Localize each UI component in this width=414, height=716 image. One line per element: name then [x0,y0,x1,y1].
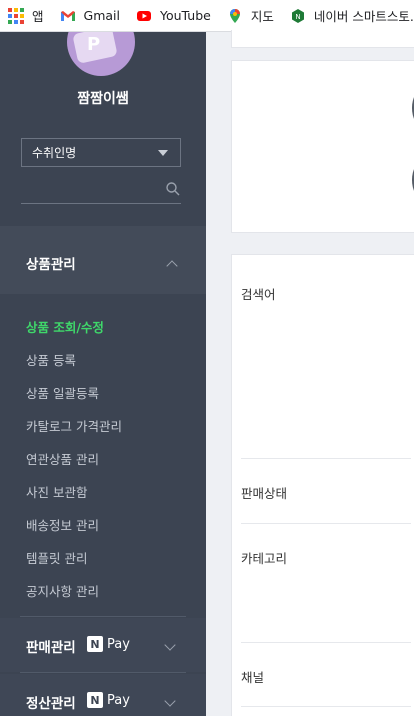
section-title: 판매관리 [26,640,76,656]
submenu-item-related-products[interactable]: 연관상품 관리 [26,449,99,468]
apps-grid-icon [8,7,24,24]
submenu-item-notices[interactable]: 공지사항 관리 [26,581,99,600]
form-divider [241,523,411,524]
bookmark-label: YouTube [159,8,211,23]
top-card [231,30,414,48]
divider [20,616,186,617]
chevron-down-icon [164,639,176,651]
form-divider [241,706,411,707]
npay-label: Pay [107,692,130,708]
youtube-icon [136,8,152,24]
bookmark-naver-smartstore[interactable]: N 네이버 스마트스토... [290,6,414,25]
form-label-channel: 채널 [241,670,265,685]
category-title: 상품관리 [26,257,76,273]
form-label-category: 카테고리 [241,551,288,566]
bookmark-label: Gmail [83,8,120,23]
submenu-item-templates[interactable]: 템플릿 관리 [26,548,87,567]
search-icon[interactable] [165,181,181,197]
search-type-select[interactable]: 수취인명 [21,138,181,167]
submenu-item-photo-storage[interactable]: 사진 보관함 [26,482,87,501]
naver-n-icon: N [87,692,103,708]
summary-card [231,60,414,233]
avatar[interactable]: P [67,32,135,76]
npay-badge: N Pay [87,635,130,653]
sidebar: P 짬짬이쌤 수취인명 상품관리 상품 조회/수정 상품 등록 상품 일괄등록 … [0,32,206,716]
naver-n-icon: N [87,636,103,652]
bookmarks-bar: 앱 Gmail YouTube 지도 N 네이버 스마트스토... [0,0,414,32]
submenu-item-bulk-register[interactable]: 상품 일괄등록 [26,383,99,402]
search-box [21,178,181,204]
section-title: 정산관리 [26,696,76,712]
search-type-value: 수취인명 [32,146,77,160]
section-sales-management[interactable]: 판매관리 N Pay [0,618,206,672]
submenu-item-catalog-price[interactable]: 카탈로그 가격관리 [26,416,122,435]
form-divider [241,642,411,643]
search-input[interactable] [21,178,151,202]
submenu-item-product-register[interactable]: 상품 등록 [26,350,76,369]
maps-pin-icon [227,8,243,24]
chevron-up-icon [166,260,178,272]
naver-smartstore-icon: N [290,8,306,24]
caret-down-icon [158,150,168,156]
form-divider [241,458,411,459]
submenu: 상품 조회/수정 상품 등록 상품 일괄등록 카탈로그 가격관리 연관상품 관리… [0,294,206,614]
main-content: 검색어 판매상태 카테고리 채널 [206,30,414,716]
category-product-management[interactable]: 상품관리 [0,226,206,294]
npay-label: Pay [107,636,130,652]
username: 짬짬이쌤 [77,91,129,107]
npay-badge: N Pay [87,691,130,709]
bookmark-youtube[interactable]: YouTube [136,8,211,24]
section-settlement-management[interactable]: 정산관리 N Pay [0,674,206,716]
bookmark-apps[interactable]: 앱 [8,6,44,25]
form-label-sale-status: 판매상태 [241,486,288,501]
bookmark-label: 지도 [250,9,274,24]
divider [20,672,186,673]
bookmark-gmail[interactable]: Gmail [60,8,120,24]
chevron-down-icon [164,695,176,707]
bookmark-maps[interactable]: 지도 [227,6,274,25]
bookmark-label: 앱 [32,9,44,24]
bookmark-label: 네이버 스마트스토... [313,9,414,24]
svg-text:N: N [295,13,300,21]
submenu-item-product-search-edit[interactable]: 상품 조회/수정 [26,317,104,336]
submenu-item-shipping-info[interactable]: 배송정보 관리 [26,515,99,534]
gmail-icon [60,8,76,24]
form-label-keyword: 검색어 [241,287,276,302]
